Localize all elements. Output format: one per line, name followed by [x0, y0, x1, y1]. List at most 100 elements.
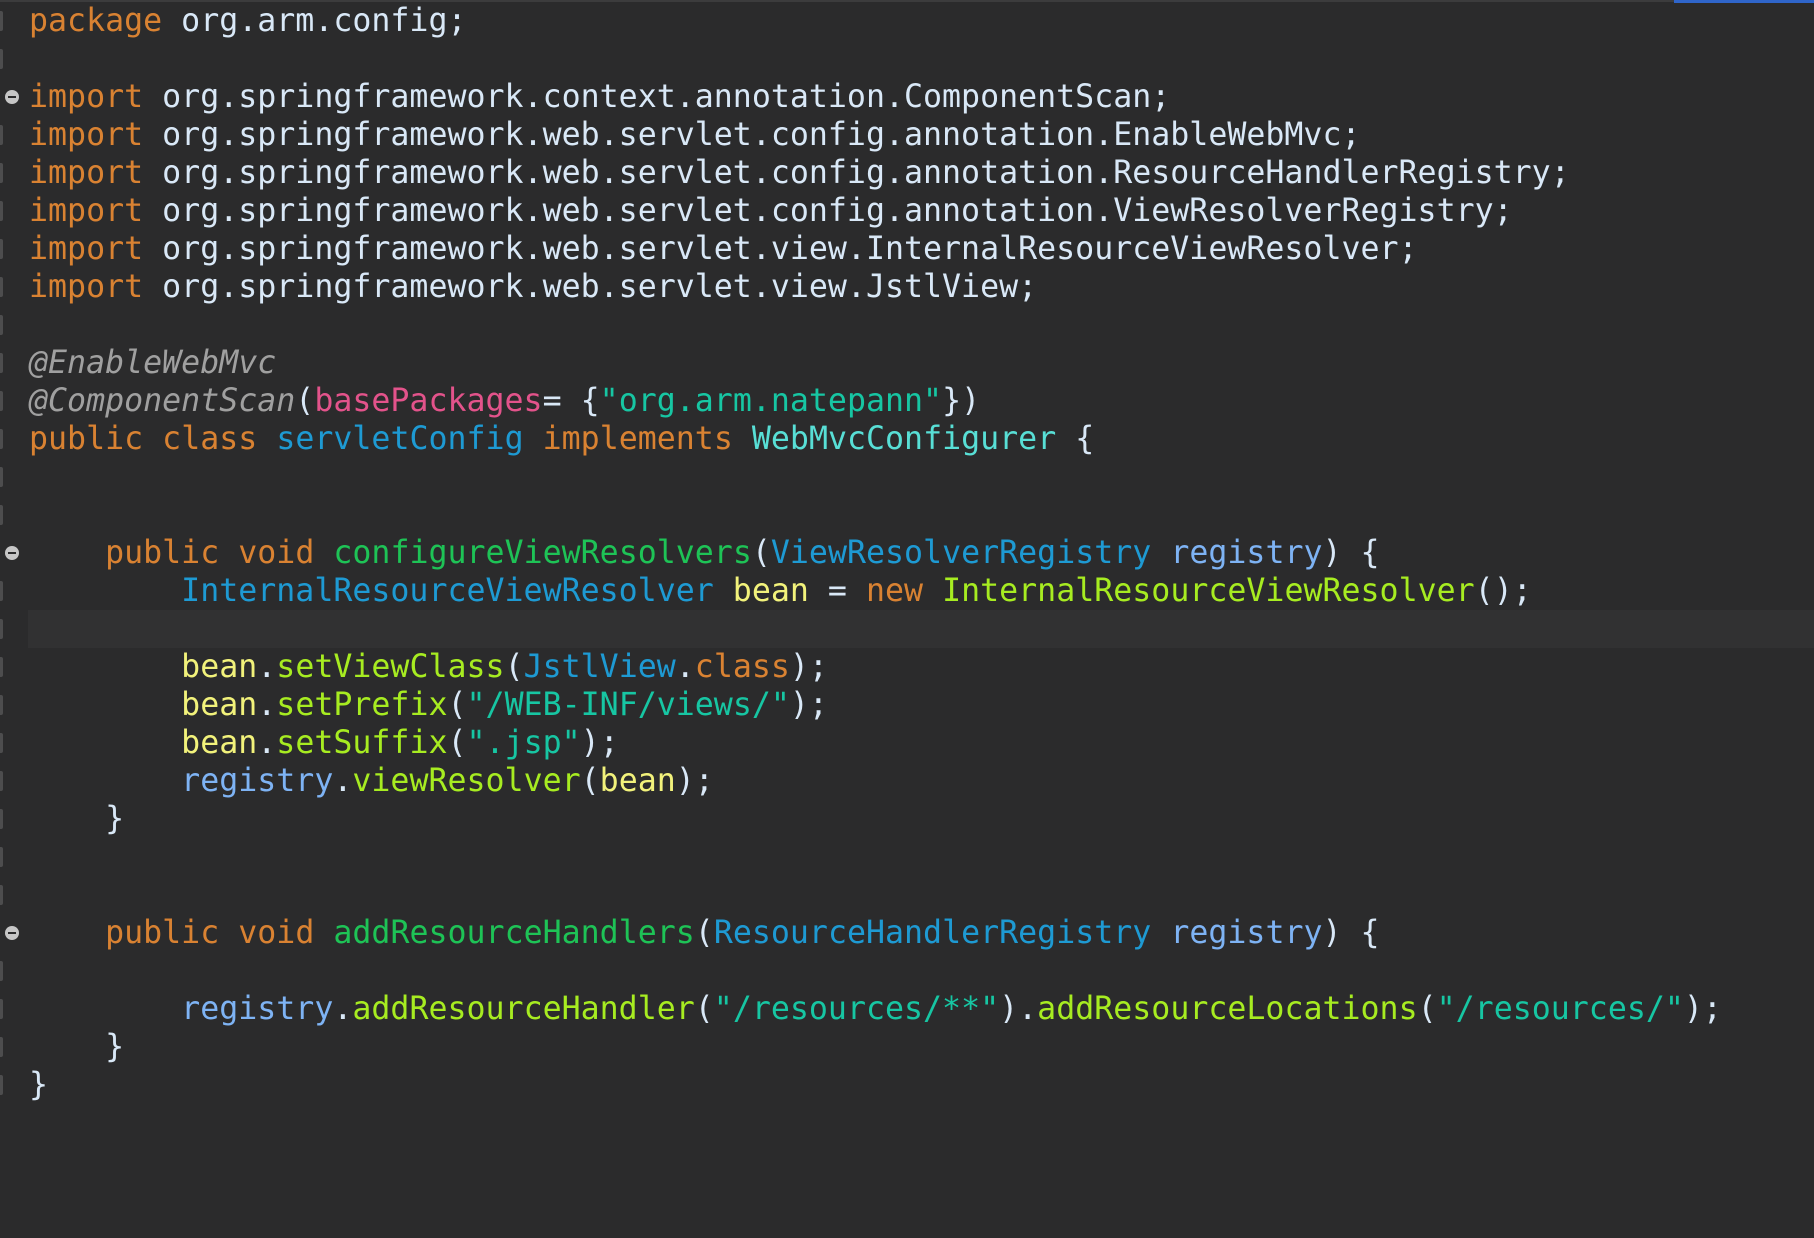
code-token: "/WEB-INF/views/": [466, 687, 790, 723]
code-token: package: [29, 3, 163, 39]
code-token: org.springframework.web.servlet.config.a…: [143, 155, 1570, 191]
gutter-marker: [0, 999, 3, 1019]
code-line[interactable]: [29, 306, 1722, 344]
code-line[interactable]: }: [29, 1066, 1722, 1104]
code-token: @EnableWebMvc: [29, 345, 277, 381]
gutter-marker: [0, 581, 3, 601]
code-token: import: [29, 269, 144, 305]
code-line[interactable]: package org.arm.config;: [29, 2, 1722, 40]
code-token: org.springframework.web.servlet.config.a…: [143, 117, 1361, 153]
code-line[interactable]: @EnableWebMvc: [29, 344, 1722, 382]
code-line[interactable]: public void configureViewResolvers(ViewR…: [29, 534, 1722, 572]
code-line[interactable]: [29, 952, 1722, 990]
code-line[interactable]: }: [29, 1028, 1722, 1066]
code-token: .: [333, 991, 353, 1027]
code-token: import: [29, 193, 144, 229]
code-token: implements: [542, 421, 733, 457]
code-line[interactable]: public class servletConfig implements We…: [29, 420, 1722, 458]
code-token: }: [29, 1029, 125, 1065]
fold-toggle-icon[interactable]: [5, 546, 19, 560]
code-token: import: [29, 231, 144, 267]
gutter-marker: [0, 695, 3, 715]
code-line[interactable]: [29, 40, 1722, 78]
code-line[interactable]: [29, 876, 1722, 914]
code-line[interactable]: import org.springframework.web.servlet.v…: [29, 268, 1722, 306]
gutter-marker: [0, 961, 3, 981]
code-token: );: [675, 763, 714, 799]
code-token: =: [808, 573, 866, 609]
code-token: {: [1056, 421, 1095, 457]
code-token: org.springframework.web.servlet.view.Jst…: [143, 269, 1038, 305]
code-line[interactable]: registry.viewResolver(bean);: [29, 762, 1722, 800]
gutter-marker: [0, 201, 3, 221]
code-token: class: [694, 649, 790, 685]
code-line[interactable]: [29, 496, 1722, 534]
code-token: .: [257, 687, 277, 723]
gutter-marker: [0, 467, 3, 487]
code-line[interactable]: import org.springframework.web.servlet.c…: [29, 116, 1722, 154]
code-token: (: [447, 687, 467, 723]
code-line[interactable]: import org.springframework.web.servlet.c…: [29, 192, 1722, 230]
code-line[interactable]: [29, 610, 1722, 648]
fold-toggle-icon[interactable]: [5, 90, 19, 104]
code-token: );: [1683, 991, 1722, 1027]
code-token: .: [675, 649, 695, 685]
gutter-marker: [0, 847, 3, 867]
code-line[interactable]: public void addResourceHandlers(Resource…: [29, 914, 1722, 952]
code-token: .: [257, 725, 277, 761]
gutter-marker: [0, 353, 3, 373]
code-token: }): [942, 383, 981, 419]
code-token: public: [29, 421, 144, 457]
code-token: bean: [181, 649, 258, 685]
code-token: (: [504, 649, 524, 685]
code-token: "/resources/": [1436, 991, 1684, 1027]
code-token: (: [580, 763, 600, 799]
code-token: basePackages: [314, 383, 543, 419]
code-token: ".jsp": [466, 725, 581, 761]
code-token: );: [580, 725, 619, 761]
code-token: import: [29, 117, 144, 153]
code-token: addResourceLocations: [1037, 991, 1418, 1027]
code-token: ).: [999, 991, 1038, 1027]
code-token: new: [865, 573, 924, 609]
code-line[interactable]: [29, 838, 1722, 876]
code-token: void: [238, 915, 315, 951]
code-line[interactable]: registry.addResourceHandler("/resources/…: [29, 990, 1722, 1028]
code-token: = {: [542, 383, 600, 419]
code-token: InternalResourceViewResolver: [942, 573, 1475, 609]
code-token: .: [333, 763, 353, 799]
gutter-marker: [0, 49, 3, 69]
code-line[interactable]: bean.setViewClass(JstlView.class);: [29, 648, 1722, 686]
code-token: org.springframework.context.annotation.C…: [143, 79, 1171, 115]
code-line[interactable]: bean.setPrefix("/WEB-INF/views/");: [29, 686, 1722, 724]
code-token: }: [29, 1067, 49, 1103]
code-line[interactable]: bean.setSuffix(".jsp");: [29, 724, 1722, 762]
fold-toggle-icon[interactable]: [5, 926, 19, 940]
code-line[interactable]: import org.springframework.web.servlet.v…: [29, 230, 1722, 268]
code-line[interactable]: InternalResourceViewResolver bean = new …: [29, 572, 1722, 610]
code-line[interactable]: import org.springframework.web.servlet.c…: [29, 154, 1722, 192]
code-line[interactable]: import org.springframework.context.annot…: [29, 78, 1722, 116]
code-token: ) {: [1322, 535, 1380, 571]
code-token: @ComponentScan: [29, 383, 296, 419]
code-text-area[interactable]: package org.arm.config; import org.sprin…: [29, 2, 1722, 1104]
gutter-marker: [0, 809, 3, 829]
code-token: setSuffix: [276, 725, 448, 761]
code-line[interactable]: }: [29, 800, 1722, 838]
code-editor[interactable]: package org.arm.config; import org.sprin…: [0, 0, 1814, 1238]
code-token: "/resources/**": [713, 991, 1000, 1027]
code-line[interactable]: [29, 458, 1722, 496]
code-line[interactable]: @ComponentScan(basePackages= {"org.arm.n…: [29, 382, 1722, 420]
code-token: (: [751, 535, 771, 571]
